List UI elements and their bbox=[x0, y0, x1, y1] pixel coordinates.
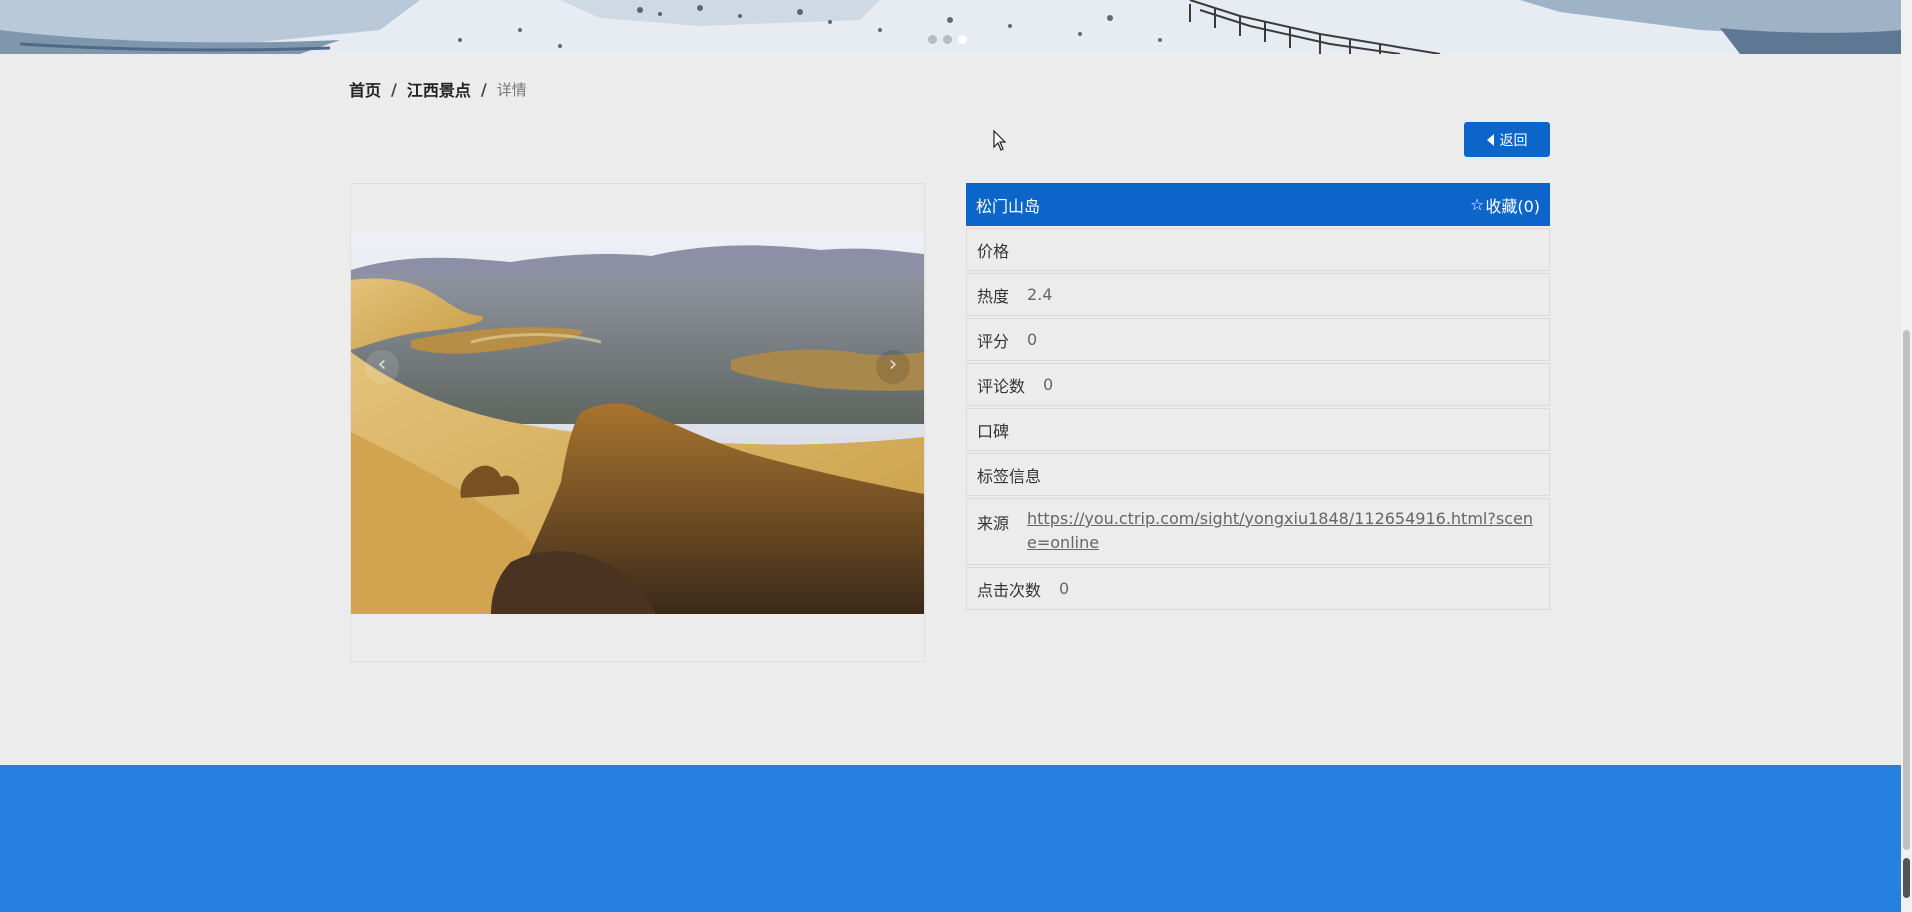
caret-left-icon bbox=[1486, 133, 1494, 146]
price-label: 价格 bbox=[977, 241, 1010, 261]
banner-image bbox=[0, 0, 1901, 54]
mouse-pointer-icon bbox=[993, 130, 1007, 151]
tags-label: 标签信息 bbox=[977, 466, 1042, 486]
scenic-detail-panel: 松门山岛 ☆ 收藏(0) 价格 热度 2.4 评分 0 评论数 0 口碑 标签信… bbox=[966, 183, 1550, 612]
scenic-image-card: ‹ › bbox=[350, 183, 925, 662]
scrollbar-thumb-bottom[interactable] bbox=[1903, 858, 1910, 898]
carousel-prev-button[interactable]: ‹ bbox=[365, 350, 399, 384]
detail-row-clicks: 点击次数 0 bbox=[966, 567, 1550, 610]
detail-row-heat: 热度 2.4 bbox=[966, 273, 1550, 316]
breadcrumb-category-link[interactable]: 江西景点 bbox=[407, 77, 471, 101]
breadcrumb-home-link[interactable]: 首页 bbox=[349, 77, 381, 101]
detail-row-reputation: 口碑 bbox=[966, 408, 1550, 451]
banner-carousel bbox=[0, 0, 1901, 54]
source-link[interactable]: https://you.ctrip.com/sight/yongxiu1848/… bbox=[1027, 507, 1539, 555]
breadcrumb-current: 详情 bbox=[496, 80, 527, 99]
detail-row-tags: 标签信息 bbox=[966, 453, 1550, 496]
carousel-next-button[interactable]: › bbox=[876, 350, 910, 384]
comments-label: 评论数 bbox=[977, 376, 1026, 396]
detail-header: 松门山岛 ☆ 收藏(0) bbox=[966, 183, 1550, 226]
score-label: 评分 bbox=[977, 331, 1010, 351]
detail-row-price: 价格 bbox=[966, 228, 1550, 271]
page-scrollbar[interactable] bbox=[1901, 0, 1912, 912]
carousel-dot[interactable] bbox=[943, 35, 952, 44]
breadcrumb-separator: / bbox=[480, 79, 487, 99]
reputation-label: 口碑 bbox=[977, 421, 1010, 441]
carousel-dot-active[interactable] bbox=[958, 35, 967, 44]
carousel-dot[interactable] bbox=[928, 35, 937, 44]
heat-value: 2.4 bbox=[1027, 285, 1053, 304]
detail-row-score: 评分 0 bbox=[966, 318, 1550, 361]
detail-row-source: 来源 https://you.ctrip.com/sight/yongxiu18… bbox=[966, 498, 1550, 565]
score-value: 0 bbox=[1027, 330, 1038, 349]
breadcrumb: 首页 / 江西景点 / 详情 bbox=[349, 77, 527, 101]
heat-label: 热度 bbox=[977, 286, 1010, 306]
favorite-button[interactable]: ☆ 收藏(0) bbox=[1470, 193, 1540, 217]
breadcrumb-separator: / bbox=[391, 79, 397, 99]
page: 首页 / 江西景点 / 详情 返回 ‹ › 松门山岛 ☆ 收藏(0) 价格 热度… bbox=[0, 0, 1912, 912]
scenic-photo bbox=[351, 232, 924, 614]
page-footer bbox=[0, 765, 1901, 912]
back-button-label: 返回 bbox=[1499, 132, 1528, 149]
back-button[interactable]: 返回 bbox=[1464, 122, 1550, 157]
detail-row-comments: 评论数 0 bbox=[966, 363, 1550, 406]
clicks-label: 点击次数 bbox=[977, 580, 1042, 600]
source-label: 来源 bbox=[977, 514, 1010, 533]
favorite-label: 收藏(0) bbox=[1485, 196, 1540, 216]
scenic-title: 松门山岛 bbox=[976, 196, 1041, 216]
carousel-indicators bbox=[928, 35, 967, 44]
comments-value: 0 bbox=[1043, 375, 1054, 394]
scenic-photo-image bbox=[351, 232, 924, 614]
clicks-value: 0 bbox=[1059, 579, 1070, 598]
scrollbar-thumb[interactable] bbox=[1903, 330, 1910, 850]
star-icon: ☆ bbox=[1469, 195, 1485, 214]
